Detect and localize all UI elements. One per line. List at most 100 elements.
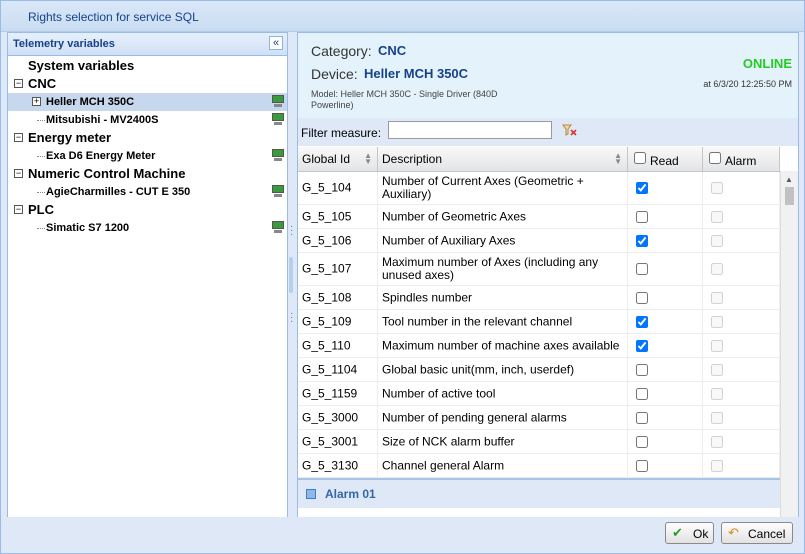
alarm-checkbox[interactable] xyxy=(711,411,723,424)
cell-global-id: G_5_105 xyxy=(298,205,378,228)
read-checkbox[interactable] xyxy=(636,363,648,376)
alarm-checkbox[interactable] xyxy=(711,339,723,352)
column-header-label: Alarm xyxy=(725,154,757,168)
description: Number of Auxiliary Axes xyxy=(382,233,516,247)
tree-item-simatic-s7-1200[interactable]: Simatic S7 1200 xyxy=(8,219,287,237)
read-checkbox[interactable] xyxy=(636,459,648,472)
category-value: CNC xyxy=(378,43,407,58)
collapse-icon[interactable]: − xyxy=(14,205,23,214)
group-row-alarm-01[interactable]: Alarm 01 xyxy=(298,478,780,508)
tree-group-cnc[interactable]: − CNC xyxy=(8,75,287,93)
read-checkbox[interactable] xyxy=(636,435,648,448)
read-checkbox[interactable] xyxy=(636,411,648,424)
cell-read xyxy=(628,334,703,357)
tree-item-heller-mch-350c[interactable]: + Heller MCH 350C xyxy=(8,93,287,111)
scroll-thumb[interactable] xyxy=(785,187,794,205)
cell-description: Maximum number of Axes (including any un… xyxy=(378,253,628,285)
read-checkbox[interactable] xyxy=(636,182,648,194)
column-header-global-id[interactable]: Global Id ▲ ▼ xyxy=(298,147,378,171)
status-badge: ONLINE xyxy=(742,56,792,71)
table-row[interactable]: G_5_105 Number of Geometric Axes xyxy=(298,205,780,229)
tree-item-label: Numeric Control Machine xyxy=(28,166,186,181)
table-row[interactable]: G_5_1159 Number of active tool xyxy=(298,382,780,406)
alarm-checkbox[interactable] xyxy=(711,387,723,400)
description: Size of NCK alarm buffer xyxy=(382,434,515,448)
dialog-title: Rights selection for service SQL xyxy=(28,10,199,24)
tree-item-label: Energy meter xyxy=(28,130,112,145)
expand-icon[interactable]: + xyxy=(32,97,41,106)
tree-item-exa-d6-energy-meter[interactable]: Exa D6 Energy Meter xyxy=(8,147,287,165)
read-all-checkbox[interactable] xyxy=(634,152,646,164)
table-row[interactable]: G_5_3001 Size of NCK alarm buffer xyxy=(298,430,780,454)
cell-read xyxy=(628,253,703,285)
collapse-icon[interactable]: − xyxy=(14,169,23,178)
cell-alarm xyxy=(703,172,780,204)
table-row[interactable]: G_5_3000 Number of pending general alarms xyxy=(298,406,780,430)
table-row[interactable]: G_5_107 Maximum number of Axes (including… xyxy=(298,253,780,286)
column-header-description[interactable]: Description ▲ ▼ xyxy=(378,147,628,171)
device-online-icon xyxy=(272,95,284,108)
scroll-up-icon[interactable]: ▲ xyxy=(785,175,793,184)
grid-scrollbar[interactable]: ▲ xyxy=(780,171,798,517)
alarm-checkbox[interactable] xyxy=(711,210,723,223)
tree-item-mitsubishi-mv2400s[interactable]: Mitsubishi - MV2400S xyxy=(8,111,287,129)
collapse-panel-icon[interactable]: « xyxy=(269,36,283,50)
alarm-checkbox[interactable] xyxy=(711,459,723,472)
grid-header: Global Id ▲ ▼ Description ▲ ▼ Read Alarm xyxy=(298,147,780,172)
cell-alarm xyxy=(703,334,780,357)
table-row[interactable]: G_5_108 Spindles number xyxy=(298,286,780,310)
read-checkbox[interactable] xyxy=(636,315,648,328)
tree-group-energy-meter[interactable]: − Energy meter xyxy=(8,129,287,147)
undo-icon: ↶ xyxy=(728,525,739,540)
cell-read xyxy=(628,382,703,405)
filter-measure-input[interactable] xyxy=(388,121,552,139)
read-checkbox[interactable] xyxy=(636,387,648,400)
table-row[interactable]: G_5_109 Tool number in the relevant chann… xyxy=(298,310,780,334)
alarm-checkbox[interactable] xyxy=(711,263,723,275)
read-checkbox[interactable] xyxy=(636,263,648,275)
alarm-checkbox[interactable] xyxy=(711,291,723,304)
tree-item-label: System variables xyxy=(28,58,135,73)
alarm-all-checkbox[interactable] xyxy=(709,152,721,164)
device-online-icon xyxy=(272,149,284,162)
ok-button[interactable]: ✔ Ok xyxy=(665,522,714,544)
panel-splitter[interactable]: · · · · · · xyxy=(287,32,295,516)
read-checkbox[interactable] xyxy=(636,234,648,247)
table-row[interactable]: G_5_3130 Channel general Alarm xyxy=(298,454,780,478)
cell-read xyxy=(628,358,703,381)
global-id: G_5_104 xyxy=(302,180,352,195)
cancel-button[interactable]: ↶ Cancel xyxy=(721,522,793,544)
clear-filter-icon[interactable] xyxy=(561,123,577,137)
group-title: Alarm 01 xyxy=(325,487,376,501)
alarm-checkbox[interactable] xyxy=(711,435,723,448)
cell-read xyxy=(628,430,703,453)
title-bar[interactable]: Rights selection for service SQL xyxy=(1,1,804,32)
read-checkbox[interactable] xyxy=(636,210,648,223)
tree-item-agiecharmilles-cut-e-350[interactable]: AgieCharmilles - CUT E 350 xyxy=(8,183,287,201)
cell-global-id: G_5_107 xyxy=(298,253,378,285)
alarm-checkbox[interactable] xyxy=(711,315,723,328)
cell-description: Number of Auxiliary Axes xyxy=(378,229,628,252)
group-toggle-icon[interactable] xyxy=(306,489,316,499)
cell-alarm xyxy=(703,454,780,477)
read-checkbox[interactable] xyxy=(636,339,648,352)
table-row[interactable]: G_5_110 Maximum number of machine axes av… xyxy=(298,334,780,358)
read-checkbox[interactable] xyxy=(636,291,648,304)
global-id: G_5_1159 xyxy=(302,386,358,400)
alarm-checkbox[interactable] xyxy=(711,363,723,376)
cell-global-id: G_5_3001 xyxy=(298,430,378,453)
splitter-handle[interactable] xyxy=(289,257,293,293)
table-row[interactable]: G_5_1104 Global basic unit(mm, inch, user… xyxy=(298,358,780,382)
tree-group-plc[interactable]: − PLC xyxy=(8,201,287,219)
global-id: G_5_109 xyxy=(302,314,352,328)
table-row[interactable]: G_5_104 Number of Current Axes (Geometric… xyxy=(298,172,780,205)
telemetry-panel-header: Telemetry variables « xyxy=(8,33,287,56)
collapse-icon[interactable]: − xyxy=(14,79,23,88)
collapse-icon[interactable]: − xyxy=(14,133,23,142)
table-row[interactable]: G_5_106 Number of Auxiliary Axes xyxy=(298,229,780,253)
tree-item-label: Mitsubishi - MV2400S xyxy=(46,114,159,126)
tree-item-system-variables[interactable]: System variables xyxy=(8,57,287,75)
alarm-checkbox[interactable] xyxy=(711,182,723,194)
tree-group-numeric-control-machine[interactable]: − Numeric Control Machine xyxy=(8,165,287,183)
alarm-checkbox[interactable] xyxy=(711,234,723,247)
